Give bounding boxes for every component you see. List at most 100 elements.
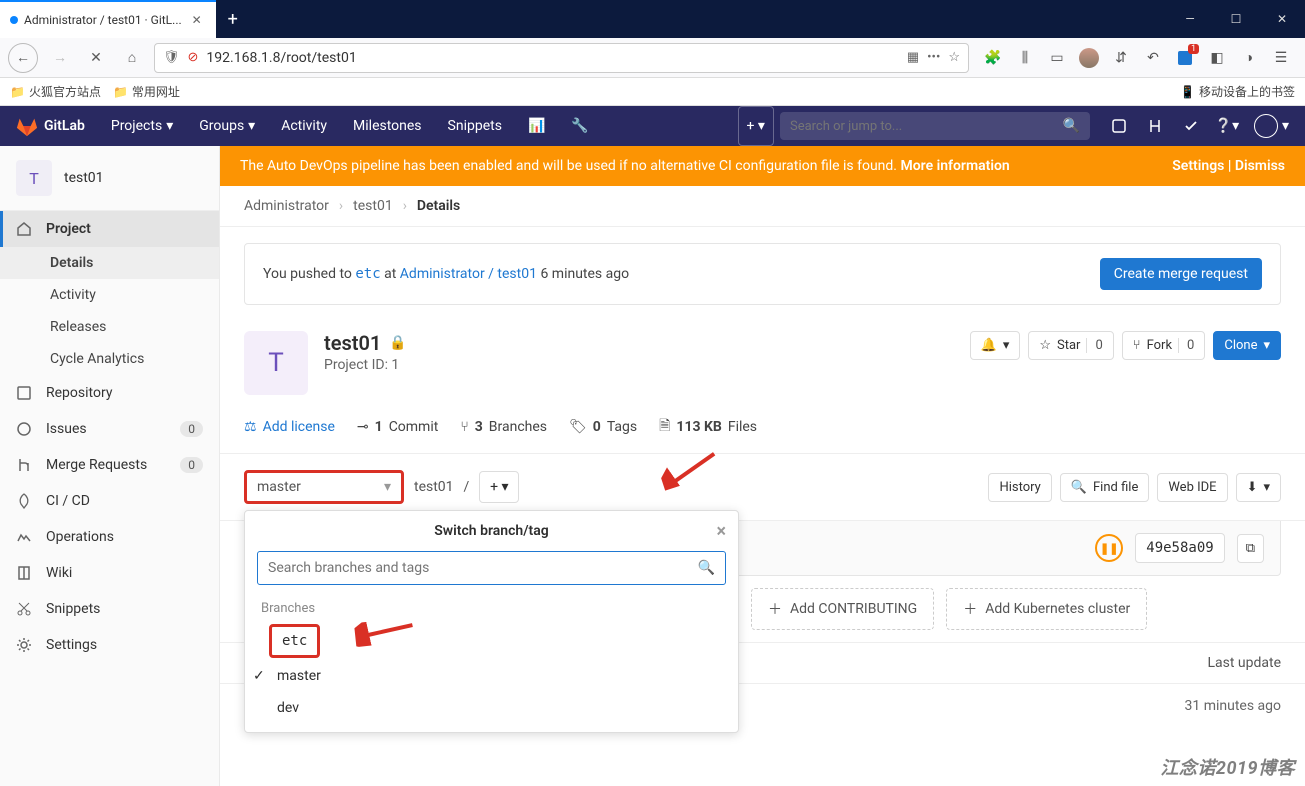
path-project[interactable]: test01 (414, 479, 454, 495)
star-button[interactable]: ☆Star0 (1028, 331, 1113, 360)
sidebar-item-mr[interactable]: Merge Requests 0 (0, 447, 219, 483)
close-window-icon[interactable]: ✕ (1259, 0, 1305, 38)
create-mr-button[interactable]: Create merge request (1100, 258, 1262, 290)
copy-sha-button[interactable]: ⧉ (1237, 534, 1264, 563)
sidebar-item-issues[interactable]: Issues 0 (0, 411, 219, 447)
menu-icon[interactable]: ☰ (1271, 48, 1291, 68)
browser-tab[interactable]: Administrator / test01 · GitL... ✕ (0, 0, 216, 38)
find-file-button[interactable]: 🔍Find file (1060, 473, 1150, 502)
search-input[interactable] (790, 119, 1063, 134)
issues-icon[interactable] (1110, 117, 1128, 135)
insecure-icon: ⊘ (188, 50, 199, 65)
home-icon[interactable]: ⌂ (118, 44, 146, 72)
bookmark-star-icon[interactable]: ☆ (948, 50, 960, 65)
sidebar-item-wiki[interactable]: Wiki (0, 555, 219, 591)
more-icon[interactable]: ••• (927, 50, 940, 65)
crumb-project[interactable]: test01 (353, 198, 393, 214)
pipeline-pending-icon[interactable]: ❚❚ (1095, 534, 1123, 562)
qr-icon[interactable]: ▦ (907, 50, 919, 65)
sync-icon[interactable]: ⇵ (1111, 48, 1131, 68)
banner-dismiss-link[interactable]: Dismiss (1235, 158, 1285, 174)
branch-option-dev[interactable]: dev (245, 692, 738, 724)
todos-icon[interactable] (1182, 117, 1200, 135)
sidebar-item-repository[interactable]: Repository (0, 375, 219, 411)
extension-icon[interactable]: 🧩 (983, 48, 1003, 68)
profile-avatar-icon[interactable] (1079, 48, 1099, 68)
sidebar-item-cicd[interactable]: CI / CD (0, 483, 219, 519)
sidebar-sub-cycle[interactable]: Cycle Analytics (0, 343, 219, 375)
nav-snippets[interactable]: Snippets (438, 106, 512, 146)
screenshot-icon[interactable]: ◧ (1207, 48, 1227, 68)
files-stat[interactable]: 🗎 113 KB Files (659, 415, 757, 439)
add-file-button[interactable]: + ▾ (479, 471, 519, 503)
mr-icon[interactable] (1146, 117, 1164, 135)
add-kubernetes-button[interactable]: ＋Add Kubernetes cluster (946, 588, 1147, 630)
add-license-link[interactable]: ⚖ Add license (244, 419, 335, 435)
nav-chart-icon[interactable]: 📊 (518, 106, 555, 146)
banner-settings-link[interactable]: Settings (1172, 158, 1224, 174)
gitlab-logo[interactable]: GitLab (16, 115, 85, 137)
sidebar-item-operations[interactable]: Operations (0, 519, 219, 555)
push-branch[interactable]: etc (355, 266, 380, 282)
sidebar-item-settings[interactable]: Settings (0, 627, 219, 663)
devops-banner: The Auto DevOps pipeline has been enable… (220, 146, 1305, 186)
commits-stat[interactable]: ⊸ 1 Commit (357, 419, 438, 435)
address-bar[interactable]: 🛡 ⊘ 192.168.1.8/root/test01 ▦ ••• ☆ (154, 43, 969, 73)
nav-milestones[interactable]: Milestones (343, 106, 432, 146)
web-ide-button[interactable]: Web IDE (1157, 473, 1227, 502)
sidebar-item-snippets[interactable]: Snippets (0, 591, 219, 627)
devtools-icon[interactable]: ◑ (1239, 48, 1259, 68)
push-project-link[interactable]: Administrator / test01 (400, 266, 537, 282)
search-bar[interactable]: 🔍 (780, 112, 1090, 140)
nav-activity[interactable]: Activity (271, 106, 337, 146)
more-info-link[interactable]: More information (900, 158, 1009, 174)
shield-icon: 🛡 (163, 50, 180, 65)
branches-stat[interactable]: ⑂ 3 Branches (460, 419, 547, 435)
fork-icon: ⑂ (1133, 338, 1141, 353)
notification-button[interactable]: 🔔▾ (970, 331, 1021, 360)
library-icon[interactable]: ⫼ (1015, 48, 1035, 68)
mobile-bookmarks[interactable]: 📱 移动设备上的书签 (1180, 83, 1295, 100)
lock-icon: 🔒 (389, 335, 406, 351)
tags-stat[interactable]: 🏷 0 Tags (569, 419, 637, 435)
help-icon[interactable]: ❔▾ (1218, 117, 1236, 135)
branch-selector[interactable]: master ▾ (244, 470, 404, 504)
nav-groups[interactable]: Groups ▾ (189, 106, 265, 146)
bookmark-item[interactable]: 📁 火狐官方站点 (10, 83, 101, 100)
branch-option-master[interactable]: ✓master (245, 660, 738, 692)
commit-sha[interactable]: 49e58a09 (1135, 533, 1224, 563)
sidebar-sub-details[interactable]: Details (0, 247, 219, 279)
reader-icon[interactable]: ▭ (1047, 48, 1067, 68)
minimize-icon[interactable]: — (1167, 0, 1213, 38)
branch-option-etc[interactable]: etc (269, 624, 320, 658)
sidebar-sub-releases[interactable]: Releases (0, 311, 219, 343)
downloads-icon[interactable] (1175, 48, 1195, 68)
dropdown-search[interactable]: 🔍 (257, 551, 726, 585)
branch-search-input[interactable] (268, 560, 698, 576)
user-avatar[interactable]: ▾ (1254, 114, 1289, 138)
search-icon: 🔍 (1063, 118, 1080, 134)
sidebar-sub-activity[interactable]: Activity (0, 279, 219, 311)
reload-icon[interactable]: ✕ (82, 44, 110, 72)
crumb-admin[interactable]: Administrator (244, 198, 329, 214)
repo-icon (16, 385, 32, 401)
nav-wrench-icon[interactable]: 🔧 (561, 106, 598, 146)
clone-button[interactable]: Clone ▾ (1213, 331, 1281, 360)
close-icon[interactable]: × (716, 521, 726, 542)
new-tab-button[interactable]: + (216, 0, 250, 38)
fork-button[interactable]: ⑂Fork0 (1122, 331, 1206, 360)
undo-icon[interactable]: ↶ (1143, 48, 1163, 68)
sidebar-item-project[interactable]: Project (0, 211, 219, 247)
nav-projects[interactable]: Projects ▾ (101, 106, 183, 146)
history-button[interactable]: History (988, 473, 1051, 502)
issues-icon (16, 421, 32, 437)
plus-dropdown[interactable]: + ▾ (738, 106, 774, 146)
add-contributing-button[interactable]: ＋Add CONTRIBUTING (751, 588, 934, 630)
download-button[interactable]: ⬇ ▾ (1236, 473, 1281, 502)
maximize-icon[interactable]: ☐ (1213, 0, 1259, 38)
close-tab-icon[interactable]: ✕ (188, 13, 206, 27)
bookmark-item[interactable]: 📁 常用网址 (113, 83, 180, 100)
sidebar-project-header[interactable]: T test01 (0, 146, 219, 211)
breadcrumb: Administrator› test01› Details (220, 186, 1305, 227)
back-button[interactable]: ← (8, 43, 38, 73)
